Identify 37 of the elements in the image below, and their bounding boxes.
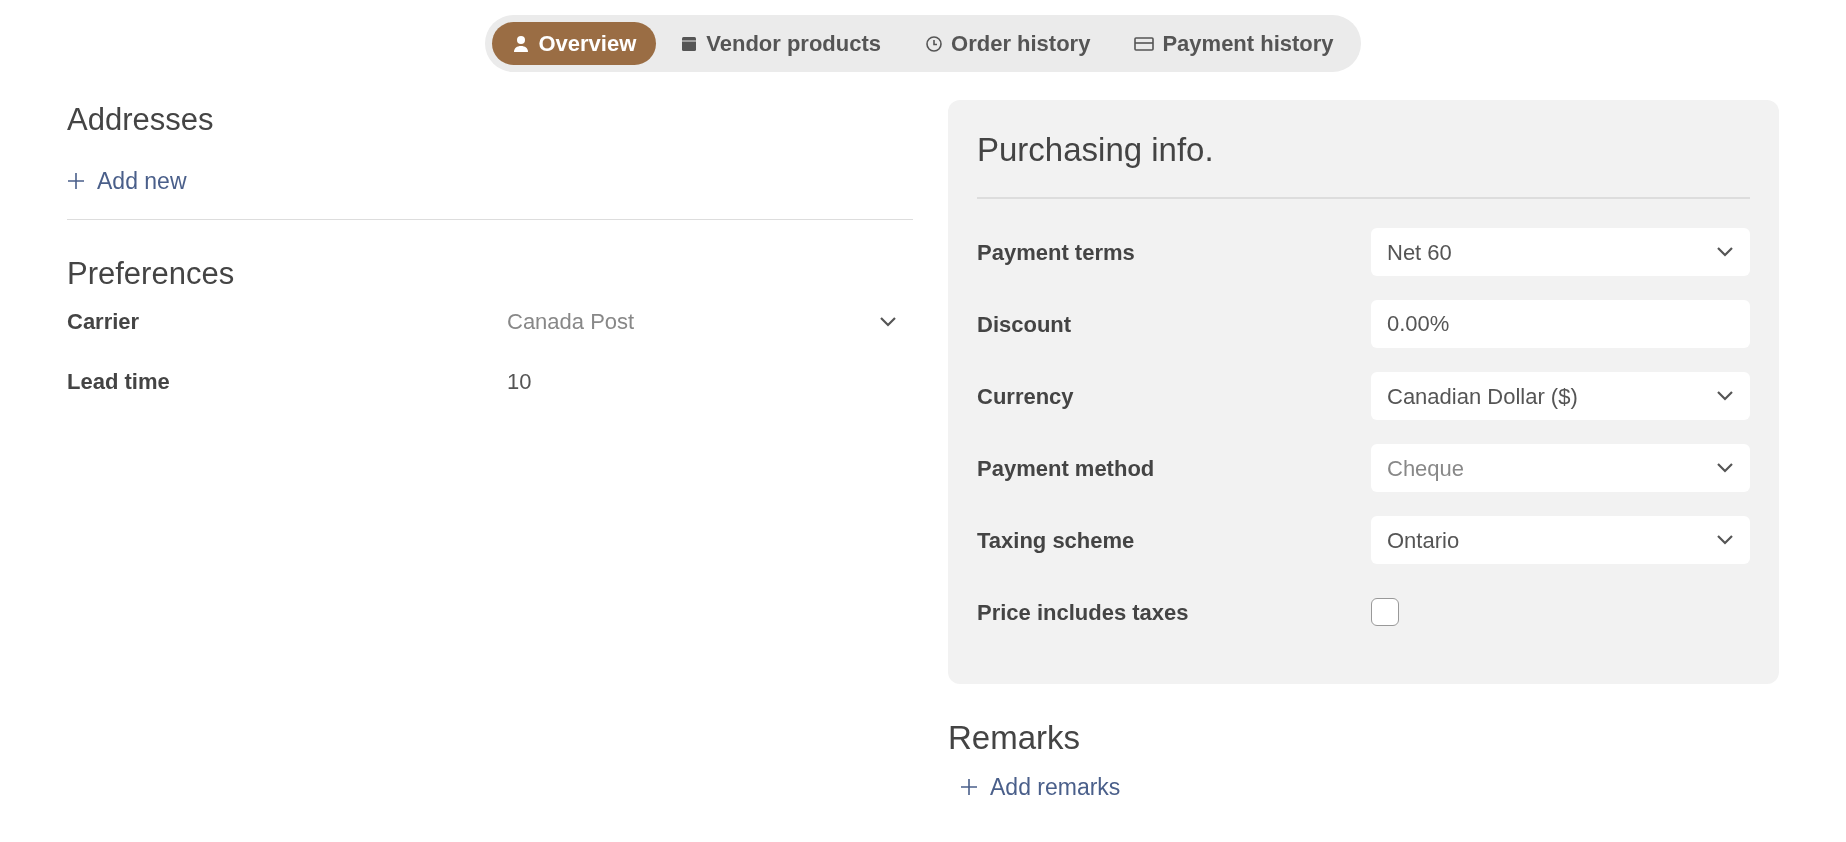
chevron-down-icon <box>1716 534 1734 546</box>
chevron-down-icon <box>1716 462 1734 474</box>
field-label: Carrier <box>67 308 141 336</box>
field-label: Lead time <box>67 368 171 396</box>
section-heading: Remarks <box>948 718 1082 758</box>
panel-heading: Purchasing info. <box>977 130 1215 170</box>
field-label: Payment terms <box>977 238 1136 267</box>
input-field[interactable]: 0.00% <box>1371 300 1750 348</box>
clock-icon <box>925 34 944 53</box>
section-heading: Addresses <box>67 101 215 139</box>
field-label: Discount <box>977 310 1073 339</box>
tab[interactable]: Order history <box>905 22 1111 65</box>
card-icon <box>1134 35 1155 52</box>
field-label: Payment method <box>977 454 1156 483</box>
chevron-down-icon <box>879 315 897 328</box>
select-field[interactable]: Canada Post <box>507 297 913 346</box>
plus-icon <box>960 778 978 797</box>
field-label: Taxing scheme <box>977 526 1136 555</box>
select-field[interactable]: Cheque <box>1371 444 1750 492</box>
chevron-down-icon <box>1716 246 1734 258</box>
checkbox[interactable] <box>1371 598 1399 626</box>
plus-icon <box>67 172 85 191</box>
box-icon <box>680 34 699 53</box>
select-field[interactable]: Ontario <box>1371 516 1750 564</box>
field-label: Price includes taxes <box>977 598 1190 627</box>
field-label: Currency <box>977 382 1075 411</box>
select-field[interactable]: Net 60 <box>1371 228 1750 276</box>
section-heading: Preferences <box>67 254 236 293</box>
tab[interactable]: Payment history <box>1114 22 1354 65</box>
add-remarks-link[interactable]: Add remarks <box>960 770 1121 805</box>
tab[interactable]: Overview <box>492 22 657 65</box>
person-icon <box>512 34 531 53</box>
input-field[interactable]: 10 <box>507 357 913 406</box>
select-field[interactable]: Canadian Dollar ($) <box>1371 372 1750 420</box>
tab[interactable]: Vendor products <box>660 22 902 65</box>
chevron-down-icon <box>1716 390 1734 402</box>
add-new-link[interactable]: Add new <box>67 164 187 199</box>
